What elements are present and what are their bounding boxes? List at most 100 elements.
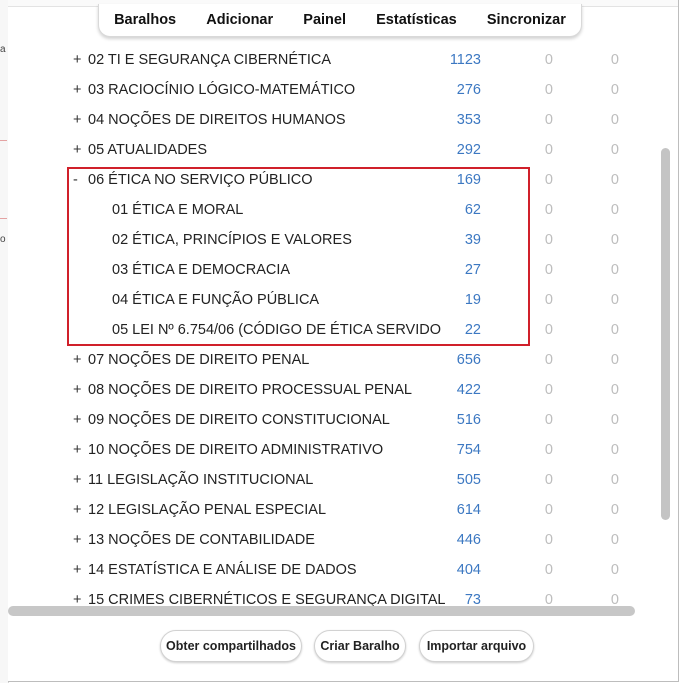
due-count: 62	[464, 202, 481, 218]
deck-row[interactable]: +10 NOÇÕES DE DIREITO ADMINISTRATIVO 754 0…	[8, 435, 658, 465]
subdeck-row[interactable]: 02 ÉTICA, PRINCÍPIOS E VALORES 39 0 0	[8, 225, 658, 255]
bottom-button-bar: Obter compartilhados Criar Baralho Impor…	[8, 630, 678, 664]
deck-name[interactable]: 07 NOÇÕES DE DIREITO PENAL	[88, 352, 309, 368]
deck-row[interactable]: +03 RACIOCÍNIO LÓGICO-MATEMÁTICO 276 0 0	[8, 75, 658, 105]
learn-count: 0	[610, 292, 619, 308]
subdeck-row[interactable]: 04 ÉTICA E FUNÇÃO PÚBLICA 19 0 0	[8, 285, 658, 315]
deck-name[interactable]: 15 CRIMES CIBERNÉTICOS E SEGURANÇA DIGIT…	[88, 592, 445, 607]
learn-count: 0	[610, 322, 619, 338]
deck-row[interactable]: +13 NOÇÕES DE CONTABILIDADE 446 0 0	[8, 525, 658, 555]
new-count: 0	[544, 562, 553, 578]
new-count: 0	[544, 472, 553, 488]
deck-name[interactable]: 14 ESTATÍSTICA E ANÁLISE DE DADOS	[88, 562, 357, 578]
create-deck-button[interactable]: Criar Baralho	[314, 630, 406, 662]
due-count: 404	[456, 562, 481, 578]
due-count: 516	[456, 412, 481, 428]
toolbar-decks-link[interactable]: Baralhos	[108, 12, 182, 28]
new-count: 0	[544, 442, 553, 458]
expand-toggle[interactable]: +	[73, 592, 85, 607]
new-count: 0	[544, 592, 553, 607]
deck-name[interactable]: 01 ÉTICA E MORAL	[112, 202, 243, 218]
new-count: 0	[544, 202, 553, 218]
deck-row[interactable]: -06 ÉTICA NO SERVIÇO PÚBLICO 169 0 0	[8, 165, 658, 195]
toolbar-sync-link[interactable]: Sincronizar	[481, 12, 572, 28]
deck-name[interactable]: 05 LEI Nº 6.754/06 (CÓDIGO DE ÉTICA SERV…	[112, 322, 441, 338]
expand-toggle[interactable]: +	[73, 142, 85, 158]
deck-row[interactable]: +11 LEGISLAÇÃO INSTITUCIONAL 505 0 0	[8, 465, 658, 495]
due-count: 754	[456, 442, 481, 458]
new-count: 0	[544, 532, 553, 548]
deck-name[interactable]: 08 NOÇÕES DE DIREITO PROCESSUAL PENAL	[88, 382, 412, 398]
due-count: 73	[464, 592, 481, 607]
toolbar-stats-link[interactable]: Estatísticas	[370, 12, 463, 28]
deck-name[interactable]: 11 LEGISLAÇÃO INSTITUCIONAL	[88, 472, 313, 488]
due-count: 19	[464, 292, 481, 308]
learn-count: 0	[610, 562, 619, 578]
deck-name[interactable]: 06 ÉTICA NO SERVIÇO PÚBLICO	[88, 172, 313, 188]
learn-count: 0	[610, 442, 619, 458]
expand-toggle[interactable]: +	[73, 442, 85, 458]
learn-count: 0	[610, 82, 619, 98]
horizontal-scrollbar-thumb[interactable]	[8, 606, 635, 616]
deck-name[interactable]: 12 LEGISLAÇÃO PENAL ESPECIAL	[88, 502, 326, 518]
deck-row[interactable]: +07 NOÇÕES DE DIREITO PENAL 656 0 0	[8, 345, 658, 375]
deck-name[interactable]: 03 ÉTICA E DEMOCRACIA	[112, 262, 290, 278]
expand-toggle[interactable]: +	[73, 352, 85, 368]
new-count: 0	[544, 142, 553, 158]
new-count: 0	[544, 292, 553, 308]
deck-row[interactable]: +09 NOÇÕES DE DIREITO CONSTITUCIONAL 516 0…	[8, 405, 658, 435]
collapse-toggle[interactable]: -	[73, 172, 85, 188]
deck-row[interactable]: +05 ATUALIDADES 292 0 0	[8, 135, 658, 165]
learn-count: 0	[610, 352, 619, 368]
deck-row[interactable]: +12 LEGISLAÇÃO PENAL ESPECIAL 614 0 0	[8, 495, 658, 525]
new-count: 0	[544, 172, 553, 188]
deck-row[interactable]: +15 CRIMES CIBERNÉTICOS E SEGURANÇA DIGI…	[8, 585, 658, 607]
learn-count: 0	[610, 592, 619, 607]
deck-name[interactable]: 04 ÉTICA E FUNÇÃO PÚBLICA	[112, 292, 319, 308]
expand-toggle[interactable]: +	[73, 562, 85, 578]
subdeck-row[interactable]: 03 ÉTICA E DEMOCRACIA 27 0 0	[8, 255, 658, 285]
learn-count: 0	[610, 532, 619, 548]
new-count: 0	[544, 502, 553, 518]
expand-toggle[interactable]: +	[73, 382, 85, 398]
expand-toggle[interactable]: +	[73, 82, 85, 98]
expand-toggle[interactable]: +	[73, 502, 85, 518]
background-window-divider	[0, 140, 7, 141]
get-shared-button[interactable]: Obter compartilhados	[160, 630, 302, 662]
deck-row[interactable]: +02 TI E SEGURANÇA CIBERNÉTICA 1123 0 0	[8, 45, 658, 75]
deck-name[interactable]: 10 NOÇÕES DE DIREITO ADMINISTRATIVO	[88, 442, 383, 458]
new-count: 0	[544, 52, 553, 68]
deck-name[interactable]: 05 ATUALIDADES	[88, 142, 207, 158]
deck-name[interactable]: 02 TI E SEGURANÇA CIBERNÉTICA	[88, 52, 331, 68]
import-file-button[interactable]: Importar arquivo	[419, 630, 534, 662]
subdeck-row[interactable]: 01 ÉTICA E MORAL 62 0 0	[8, 195, 658, 225]
deck-name[interactable]: 04 NOÇÕES DE DIREITOS HUMANOS	[88, 112, 346, 128]
deck-name[interactable]: 02 ÉTICA, PRINCÍPIOS E VALORES	[112, 232, 352, 248]
due-count: 1123	[449, 52, 481, 68]
subdeck-row[interactable]: 05 LEI Nº 6.754/06 (CÓDIGO DE ÉTICA SERV…	[8, 315, 658, 345]
due-count: 656	[456, 352, 481, 368]
due-count: 446	[456, 532, 481, 548]
expand-toggle[interactable]: +	[73, 532, 85, 548]
vertical-scrollbar-thumb[interactable]	[661, 148, 670, 520]
deck-row[interactable]: +08 NOÇÕES DE DIREITO PROCESSUAL PENAL 42…	[8, 375, 658, 405]
toolbar-dashboard-link[interactable]: Painel	[297, 12, 352, 28]
learn-count: 0	[610, 232, 619, 248]
due-count: 169	[456, 172, 481, 188]
deck-name[interactable]: 13 NOÇÕES DE CONTABILIDADE	[88, 532, 315, 548]
new-count: 0	[544, 262, 553, 278]
deck-name[interactable]: 09 NOÇÕES DE DIREITO CONSTITUCIONAL	[88, 412, 390, 428]
expand-toggle[interactable]: +	[73, 412, 85, 428]
deck-list: +02 TI E SEGURANÇA CIBERNÉTICA 1123 0 0 +03 …	[8, 45, 658, 607]
new-count: 0	[544, 382, 553, 398]
learn-count: 0	[610, 202, 619, 218]
expand-toggle[interactable]: +	[73, 112, 85, 128]
expand-toggle[interactable]: +	[73, 472, 85, 488]
deck-row[interactable]: +04 NOÇÕES DE DIREITOS HUMANOS 353 0 0	[8, 105, 658, 135]
deck-name[interactable]: 03 RACIOCÍNIO LÓGICO-MATEMÁTICO	[88, 82, 355, 98]
deck-row[interactable]: +14 ESTATÍSTICA E ANÁLISE DE DADOS 404 0 0	[8, 555, 658, 585]
learn-count: 0	[610, 52, 619, 68]
toolbar-add-link[interactable]: Adicionar	[200, 12, 279, 28]
due-count: 292	[456, 142, 481, 158]
expand-toggle[interactable]: +	[73, 52, 85, 68]
